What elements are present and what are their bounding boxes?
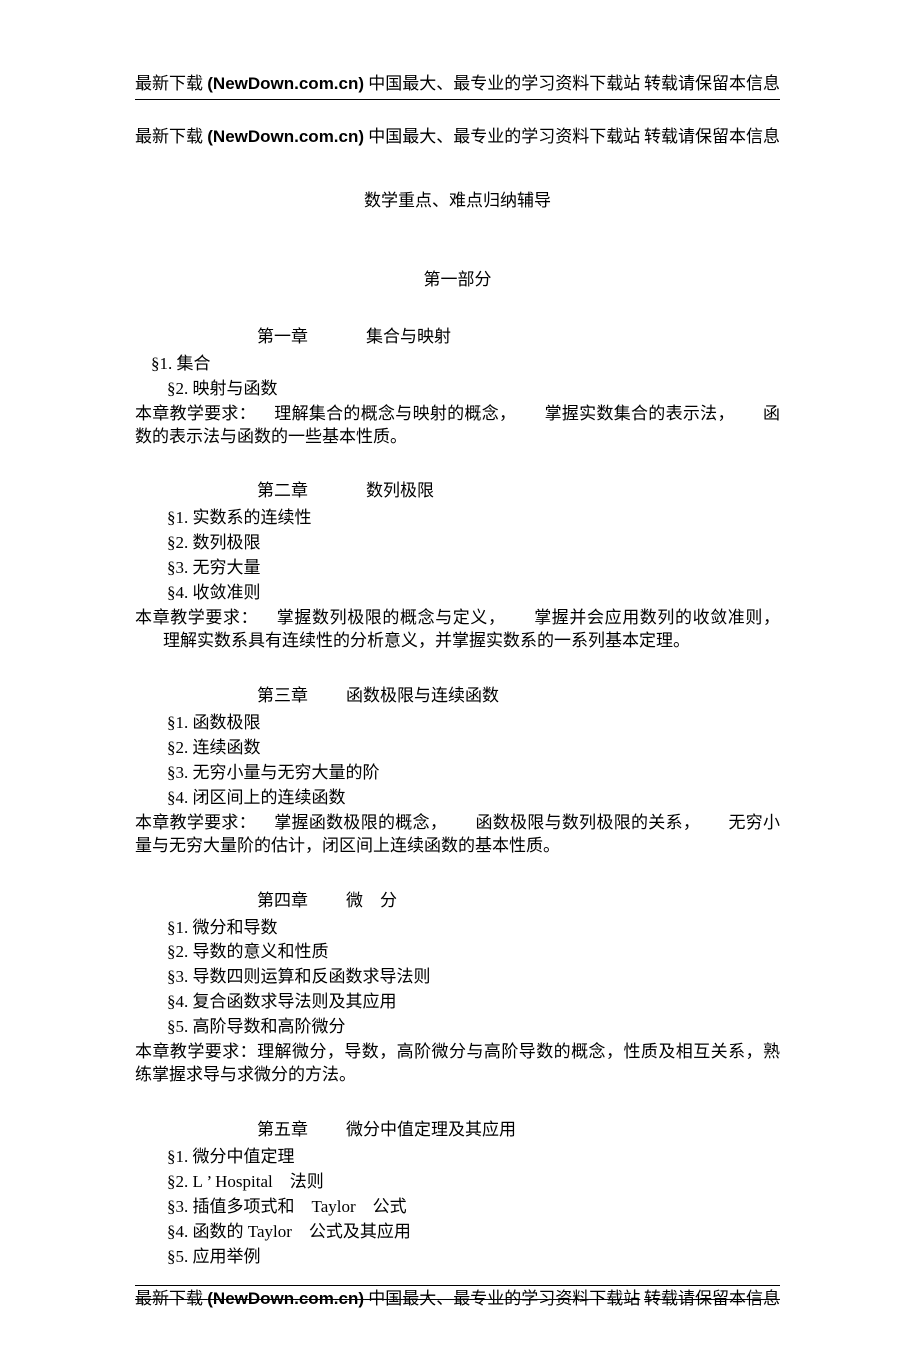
page-footer: 最新下载 (NewDown.com.cn) 中国最大、最专业的学习资料下载站 转… (135, 1285, 780, 1311)
section-item: §1. 微分和导数 (167, 917, 780, 940)
header2-left-suffix: 中国最大、最专业的学习资料下载站 (364, 127, 640, 146)
requirement-segment: 掌握实数集合的表示法， (544, 404, 734, 423)
section-item: §1. 实数系的连续性 (167, 507, 780, 530)
chapter-requirement: 本章教学要求： 掌握数列极限的概念与定义， 掌握并会应用数列的收敛准则， 理解实数系具… (135, 607, 780, 653)
requirement-segment: 理解集合的概念与映射的概念， (274, 404, 516, 423)
chapter-requirement: 本章教学要求：理解微分，导数，高阶微分与高阶导数的概念，性质及相互关系，熟练掌握… (135, 1041, 780, 1087)
footer-left-suffix: 中国最大、最专业的学习资料下载站 (364, 1289, 640, 1308)
section-item: §2. 连续函数 (167, 737, 780, 760)
chapter-title: 微 分 (346, 890, 397, 913)
section-item: §3. 导数四则运算和反函数求导法则 (167, 966, 780, 989)
section-item: §4. 复合函数求导法则及其应用 (167, 991, 780, 1014)
section-item: §3. 无穷大量 (167, 557, 780, 580)
chapter-label: 第二章 (257, 480, 308, 503)
chapter-requirement: 本章教学要求：理解集合的概念与映射的概念，掌握实数集合的表示法，函数的表示法与函… (135, 403, 780, 449)
header-left: 最新下载 (NewDown.com.cn) 中国最大、最专业的学习资料下载站 (135, 73, 640, 96)
section-item: §5. 高阶导数和高阶微分 (167, 1016, 780, 1039)
chapter-title: 微分中值定理及其应用 (346, 1119, 516, 1142)
section-item: §4. 闭区间上的连续函数 (167, 787, 780, 810)
section-item: §1. 函数极限 (167, 712, 780, 735)
page-header-top: 最新下载 (NewDown.com.cn) 中国最大、最专业的学习资料下载站 转… (135, 73, 780, 100)
content-body: 第一章 集合与映射 §1. 集合§2. 映射与函数本章教学要求： 理解集合的概念与映射… (135, 326, 780, 1285)
footer-right: 转载请保留本信息 (644, 1288, 780, 1311)
header2-right: 转载请保留本信息 (644, 126, 780, 149)
footer-left: 最新下载 (NewDown.com.cn) 中国最大、最专业的学习资料下载站 (135, 1288, 640, 1311)
requirement-segment: 掌握并会应用数列的收敛准则， (534, 608, 780, 627)
section-item: §5. 应用举例 (167, 1246, 780, 1269)
header2-left-prefix: 最新下载 (135, 127, 207, 146)
chapter-heading: 第二章 数列极限 (257, 480, 780, 503)
section-item: §3. 插值多项式和 Taylor 公式 (167, 1196, 780, 1219)
section-item: §2. 导数的意义和性质 (167, 941, 780, 964)
header-left-prefix: 最新下载 (135, 74, 207, 93)
requirement-lead: 本章教学要求： (135, 404, 256, 423)
chapter-label: 第四章 (257, 890, 308, 913)
chapter-heading: 第四章 微 分 (257, 890, 780, 913)
section-item: §2. L ’ Hospital 法则 (167, 1171, 780, 1194)
requirement-lead: 本章教学要求：理解微分，导数，高阶微分与高阶导数的概念，性质及相互关系，熟练掌握… (135, 1042, 780, 1084)
footer-left-prefix: 最新下载 (135, 1289, 207, 1308)
page-header-second: 最新下载 (NewDown.com.cn) 中国最大、最专业的学习资料下载站 转… (135, 126, 780, 152)
page: 最新下载 (NewDown.com.cn) 中国最大、最专业的学习资料下载站 转… (0, 0, 920, 1351)
requirement-segment: 掌握数列极限的概念与定义， (276, 608, 505, 627)
header2-left-bold: (NewDown.com.cn) (207, 127, 364, 146)
chapter-heading: 第一章 集合与映射 (257, 326, 780, 349)
footer-left-bold: (NewDown.com.cn) (207, 1289, 364, 1308)
section-item: §1. 集合 (151, 353, 780, 376)
chapter-title: 数列极限 (366, 480, 434, 503)
header-left-suffix: 中国最大、最专业的学习资料下载站 (364, 74, 640, 93)
chapter-label: 第三章 (257, 685, 308, 708)
section-item: §1. 微分中值定理 (167, 1146, 780, 1169)
chapter-heading: 第三章 函数极限与连续函数 (257, 685, 780, 708)
requirement-segment: 理解实数系具有连续性的分析意义，并掌握实数系的一系列基本定理。 (163, 631, 690, 650)
requirement-lead: 本章教学要求： (135, 813, 256, 832)
section-item: §4. 收敛准则 (167, 582, 780, 605)
part-label: 第一部分 (135, 269, 780, 292)
document-title: 数学重点、难点归纳辅导 (135, 190, 780, 213)
section-item: §4. 函数的 Taylor 公式及其应用 (167, 1221, 780, 1244)
chapter-heading: 第五章 微分中值定理及其应用 (257, 1119, 780, 1142)
section-item: §2. 数列极限 (167, 532, 780, 555)
requirement-segment: 函数极限与数列极限的关系， (475, 813, 700, 832)
header-right: 转载请保留本信息 (644, 73, 780, 96)
chapter-label: 第五章 (257, 1119, 308, 1142)
header2-left: 最新下载 (NewDown.com.cn) 中国最大、最专业的学习资料下载站 (135, 126, 640, 149)
section-item: §3. 无穷小量与无穷大量的阶 (167, 762, 780, 785)
chapter-requirement: 本章教学要求：掌握函数极限的概念，函数极限与数列极限的关系，无穷小量与无穷大量阶… (135, 812, 780, 858)
chapter-title: 集合与映射 (366, 326, 451, 349)
section-item: §2. 映射与函数 (167, 378, 780, 401)
requirement-lead: 本章教学要求： (135, 608, 258, 627)
chapter-title: 函数极限与连续函数 (346, 685, 499, 708)
header-left-bold: (NewDown.com.cn) (207, 74, 364, 93)
chapter-label: 第一章 (257, 326, 308, 349)
requirement-segment: 掌握函数极限的概念， (274, 813, 447, 832)
